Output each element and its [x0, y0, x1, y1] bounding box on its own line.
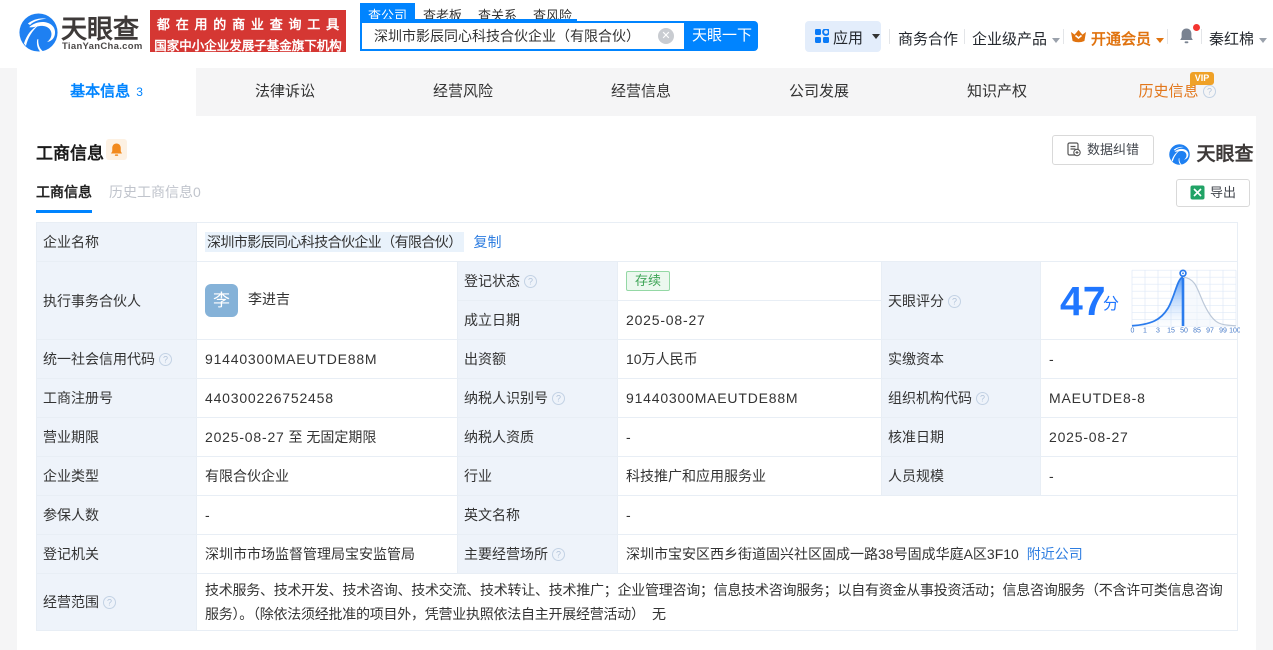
svg-text:3: 3 [1156, 328, 1160, 335]
svg-text:50: 50 [1180, 328, 1188, 335]
svg-text:?: ? [556, 394, 561, 404]
svg-text:?: ? [1206, 87, 1211, 97]
svg-text:99: 99 [1219, 328, 1227, 335]
svg-text:0: 0 [1131, 328, 1135, 335]
svg-text:?: ? [528, 277, 533, 287]
svg-text:?: ? [980, 394, 985, 404]
svg-text:?: ? [556, 550, 561, 560]
svg-text:85: 85 [1193, 328, 1201, 335]
svg-text:97: 97 [1206, 328, 1214, 335]
svg-text:15: 15 [1167, 328, 1175, 335]
svg-text:1: 1 [1143, 328, 1147, 335]
svg-text:?: ? [107, 598, 112, 608]
svg-text:100: 100 [1229, 328, 1240, 335]
svg-text:?: ? [952, 296, 957, 306]
svg-text:?: ? [163, 355, 168, 365]
